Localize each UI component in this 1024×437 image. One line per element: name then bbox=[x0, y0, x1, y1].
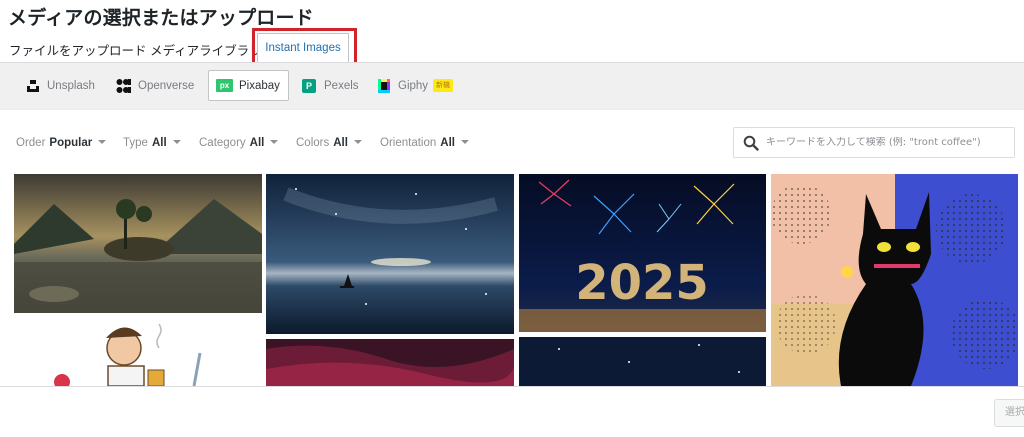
provider-pixabay[interactable]: px Pixabay bbox=[208, 70, 289, 101]
image-result[interactable] bbox=[14, 318, 262, 386]
filter-value: All bbox=[440, 137, 455, 149]
tab-media-library[interactable]: メディアライブラリ bbox=[150, 40, 262, 59]
unsplash-icon bbox=[25, 78, 41, 94]
filter-value: All bbox=[151, 137, 167, 149]
filter-value: Popular bbox=[49, 137, 93, 149]
provider-unsplash[interactable]: Unsplash bbox=[25, 70, 95, 101]
modal-footer bbox=[0, 387, 1024, 437]
search-input[interactable] bbox=[766, 137, 1014, 148]
provider-bar: Unsplash Openverse px Pixabay P Pexels G… bbox=[0, 62, 1024, 110]
provider-openverse[interactable]: Openverse bbox=[116, 70, 194, 101]
select-button[interactable]: 選択 bbox=[994, 399, 1024, 427]
tab-instant-images[interactable]: Instant Images bbox=[257, 33, 349, 63]
svg-text:2025: 2025 bbox=[575, 255, 709, 311]
filter-order[interactable]: Order Popular bbox=[16, 137, 107, 149]
provider-giphy[interactable]: Giphy 新機 bbox=[376, 70, 454, 101]
provider-label: Unsplash bbox=[47, 79, 95, 92]
new-badge: 新機 bbox=[433, 79, 454, 92]
provider-label: Pexels bbox=[324, 79, 359, 92]
chevron-down-icon bbox=[353, 140, 362, 144]
filter-label: Colors bbox=[296, 137, 330, 149]
filter-label: Category bbox=[199, 137, 246, 149]
filter-label: Type bbox=[123, 137, 148, 149]
filter-category[interactable]: Category All bbox=[199, 137, 279, 149]
filter-label: Order bbox=[16, 137, 46, 149]
provider-label: Pixabay bbox=[239, 79, 280, 92]
image-result[interactable] bbox=[266, 339, 514, 386]
pixabay-icon: px bbox=[216, 79, 233, 92]
search-box[interactable] bbox=[733, 127, 1015, 158]
page-title: メディアの選択またはアップロード bbox=[8, 7, 314, 29]
filter-orientation[interactable]: Orientation All bbox=[380, 137, 469, 149]
filter-value: All bbox=[333, 137, 348, 149]
image-result[interactable] bbox=[771, 174, 1018, 386]
giphy-icon bbox=[376, 78, 392, 94]
image-result[interactable]: 2025 bbox=[519, 174, 766, 332]
provider-pexels[interactable]: P Pexels bbox=[302, 70, 359, 101]
image-result[interactable] bbox=[14, 174, 262, 313]
chevron-down-icon bbox=[270, 140, 279, 144]
provider-label: Giphy bbox=[398, 79, 429, 92]
filter-colors[interactable]: Colors All bbox=[296, 137, 362, 149]
chevron-down-icon bbox=[98, 140, 107, 144]
openverse-icon bbox=[116, 78, 132, 94]
filter-type[interactable]: Type All bbox=[123, 137, 181, 149]
image-result[interactable] bbox=[266, 174, 514, 334]
pexels-icon: P bbox=[302, 78, 316, 93]
search-icon bbox=[743, 135, 759, 151]
image-result[interactable] bbox=[519, 337, 766, 386]
chevron-down-icon bbox=[460, 140, 469, 144]
chevron-down-icon bbox=[172, 140, 181, 144]
filter-label: Orientation bbox=[380, 137, 437, 149]
provider-label: Openverse bbox=[138, 79, 195, 92]
filter-value: All bbox=[249, 137, 265, 149]
tab-upload-files[interactable]: ファイルをアップロード bbox=[9, 40, 147, 59]
